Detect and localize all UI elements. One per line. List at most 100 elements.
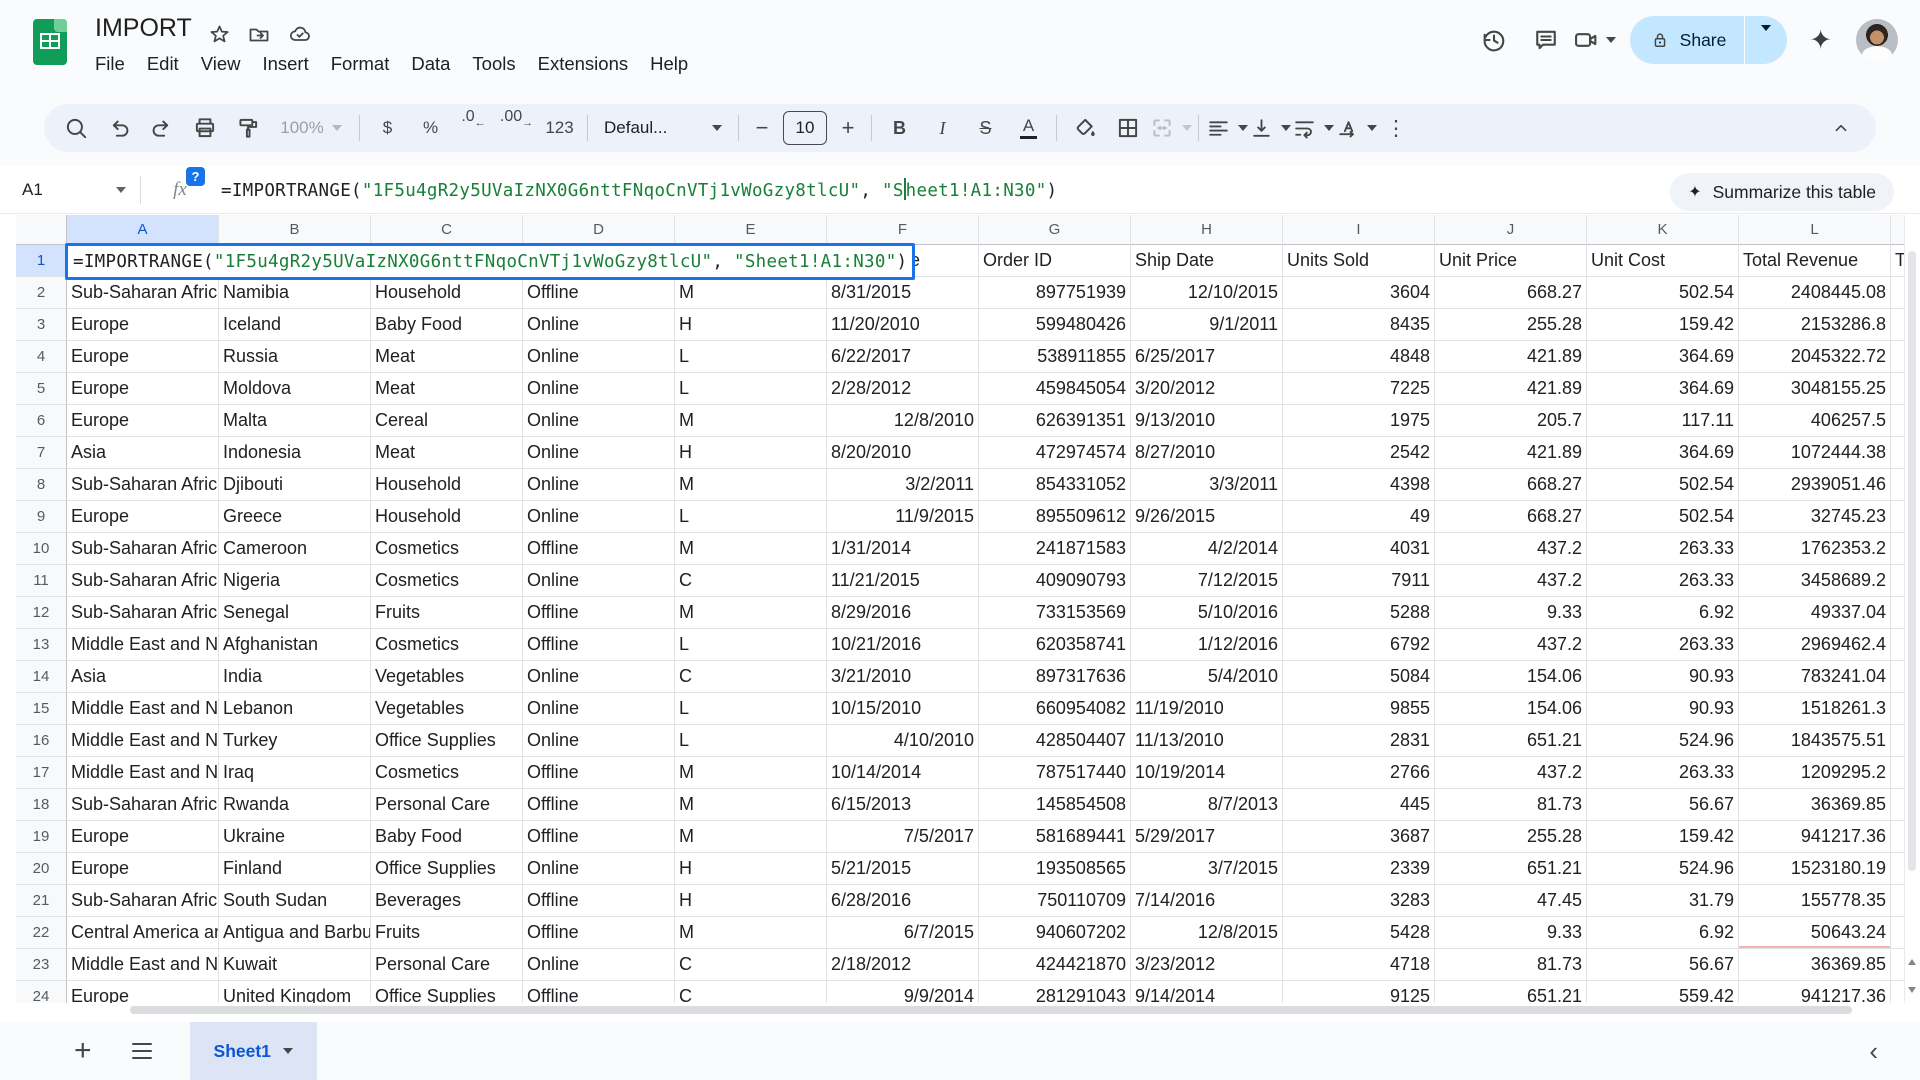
cell[interactable]: 263.33 bbox=[1587, 533, 1739, 565]
star-icon[interactable] bbox=[208, 23, 231, 46]
cell[interactable]: 5288 bbox=[1283, 597, 1435, 629]
cell[interactable]: 4398 bbox=[1283, 469, 1435, 501]
cell[interactable]: 11/19/2010 bbox=[1131, 693, 1283, 725]
all-sheets-button[interactable] bbox=[132, 1043, 152, 1060]
cell[interactable]: Online bbox=[523, 949, 675, 981]
cell[interactable]: Sub-Saharan Africa bbox=[67, 789, 219, 821]
column-header-b[interactable]: B bbox=[219, 215, 371, 245]
cell[interactable]: 651.21 bbox=[1435, 981, 1587, 1003]
cell[interactable]: 50643.24 bbox=[1739, 917, 1891, 949]
cell[interactable]: Offline bbox=[523, 917, 675, 949]
redo-button[interactable] bbox=[140, 108, 183, 148]
zoom-select[interactable]: 100% bbox=[269, 108, 353, 148]
cell[interactable]: 3/3/2011 bbox=[1131, 469, 1283, 501]
cell[interactable]: Sub-Saharan Africa bbox=[67, 565, 219, 597]
cell[interactable]: Online bbox=[523, 437, 675, 469]
cell[interactable]: Meat bbox=[371, 437, 523, 469]
cell[interactable]: Unit Cost bbox=[1587, 245, 1739, 277]
version-history-icon[interactable] bbox=[1468, 14, 1520, 66]
cell[interactable]: Online bbox=[523, 501, 675, 533]
cell[interactable]: South Sudan bbox=[219, 885, 371, 917]
cell[interactable]: H bbox=[675, 309, 827, 341]
cell[interactable]: M bbox=[675, 597, 827, 629]
cell[interactable]: H bbox=[675, 853, 827, 885]
column-header-l[interactable]: L bbox=[1739, 215, 1891, 245]
cell[interactable]: 8/27/2010 bbox=[1131, 437, 1283, 469]
cell[interactable]: 6.92 bbox=[1587, 597, 1739, 629]
cell[interactable]: 3604 bbox=[1283, 277, 1435, 309]
cell[interactable]: 263.33 bbox=[1587, 629, 1739, 661]
cell[interactable]: M bbox=[675, 757, 827, 789]
cell[interactable]: 1072444.38 bbox=[1739, 437, 1891, 469]
cell[interactable]: 437.2 bbox=[1435, 565, 1587, 597]
cell-edit-overlay[interactable]: =IMPORTRANGE("1F5u4gR2y5UVaIzNX0G6nttFNq… bbox=[65, 243, 915, 280]
cell[interactable]: Finland bbox=[219, 853, 371, 885]
cell[interactable]: 56.67 bbox=[1587, 789, 1739, 821]
cell[interactable]: 12/8/2015 bbox=[1131, 917, 1283, 949]
cell[interactable]: Total Revenue bbox=[1739, 245, 1891, 277]
menu-extensions[interactable]: Extensions bbox=[527, 50, 640, 78]
cell[interactable]: 56.67 bbox=[1587, 949, 1739, 981]
cell[interactable]: 3/20/2012 bbox=[1131, 373, 1283, 405]
vertical-scrollbar-thumb[interactable] bbox=[1908, 251, 1916, 871]
cell[interactable]: 145854508 bbox=[979, 789, 1131, 821]
vertical-align-button[interactable] bbox=[1248, 108, 1291, 148]
cell[interactable]: Office Supplies bbox=[371, 981, 523, 1003]
search-menus-button[interactable] bbox=[54, 108, 97, 148]
cell[interactable]: Iraq bbox=[219, 757, 371, 789]
cell[interactable]: 193508565 bbox=[979, 853, 1131, 885]
cell[interactable]: L bbox=[675, 629, 827, 661]
cell[interactable]: 668.27 bbox=[1435, 277, 1587, 309]
cell[interactable]: 81.73 bbox=[1435, 949, 1587, 981]
cell[interactable]: Ukraine bbox=[219, 821, 371, 853]
cell[interactable]: India bbox=[219, 661, 371, 693]
cell[interactable]: Cosmetics bbox=[371, 757, 523, 789]
cell[interactable]: 651.21 bbox=[1435, 853, 1587, 885]
menu-format[interactable]: Format bbox=[320, 50, 401, 78]
cell[interactable]: 5084 bbox=[1283, 661, 1435, 693]
horizontal-align-button[interactable] bbox=[1205, 108, 1248, 148]
decrease-font-size-button[interactable]: − bbox=[745, 108, 779, 148]
cell[interactable]: 660954082 bbox=[979, 693, 1131, 725]
cell[interactable]: 90.93 bbox=[1587, 693, 1739, 725]
cell[interactable]: 6.92 bbox=[1587, 917, 1739, 949]
cell[interactable]: Office Supplies bbox=[371, 853, 523, 885]
cell[interactable]: Fruits bbox=[371, 917, 523, 949]
cell[interactable]: 1/31/2014 bbox=[827, 533, 979, 565]
cell[interactable]: C bbox=[675, 949, 827, 981]
cell[interactable]: Meat bbox=[371, 373, 523, 405]
cell[interactable]: 9/26/2015 bbox=[1131, 501, 1283, 533]
cell[interactable]: 2766 bbox=[1283, 757, 1435, 789]
cell[interactable]: 32745.23 bbox=[1739, 501, 1891, 533]
cell[interactable]: 47.45 bbox=[1435, 885, 1587, 917]
cell[interactable]: Cosmetics bbox=[371, 629, 523, 661]
row-header-23[interactable]: 23 bbox=[16, 949, 67, 981]
cell[interactable]: Offline bbox=[523, 789, 675, 821]
cell[interactable]: Offline bbox=[523, 277, 675, 309]
cell[interactable]: Online bbox=[523, 565, 675, 597]
cell[interactable]: Middle East and North Africa bbox=[67, 725, 219, 757]
print-button[interactable] bbox=[183, 108, 226, 148]
cell[interactable]: 2831 bbox=[1283, 725, 1435, 757]
cell[interactable]: 9/13/2010 bbox=[1131, 405, 1283, 437]
strikethrough-button[interactable]: S bbox=[964, 108, 1007, 148]
cell[interactable]: Ship Date bbox=[1131, 245, 1283, 277]
cell[interactable]: 1518261.3 bbox=[1739, 693, 1891, 725]
cell[interactable]: 8/29/2016 bbox=[827, 597, 979, 629]
more-formats-button[interactable]: 123 bbox=[538, 108, 581, 148]
cell[interactable]: 783241.04 bbox=[1739, 661, 1891, 693]
cell[interactable]: 10/15/2010 bbox=[827, 693, 979, 725]
cell[interactable]: 733153569 bbox=[979, 597, 1131, 629]
column-header-j[interactable]: J bbox=[1435, 215, 1587, 245]
column-header-a[interactable]: A bbox=[67, 215, 219, 245]
cell[interactable]: 31.79 bbox=[1587, 885, 1739, 917]
cell[interactable]: Europe bbox=[67, 405, 219, 437]
cell[interactable]: Central America and the Caribbean bbox=[67, 917, 219, 949]
cell[interactable]: 11/13/2010 bbox=[1131, 725, 1283, 757]
cell[interactable]: 9855 bbox=[1283, 693, 1435, 725]
cell[interactable]: Sub-Saharan Africa bbox=[67, 533, 219, 565]
paint-format-button[interactable] bbox=[226, 108, 269, 148]
cell[interactable]: 940607202 bbox=[979, 917, 1131, 949]
horizontal-scrollbar-thumb[interactable] bbox=[130, 1006, 1852, 1014]
cell[interactable]: 364.69 bbox=[1587, 341, 1739, 373]
